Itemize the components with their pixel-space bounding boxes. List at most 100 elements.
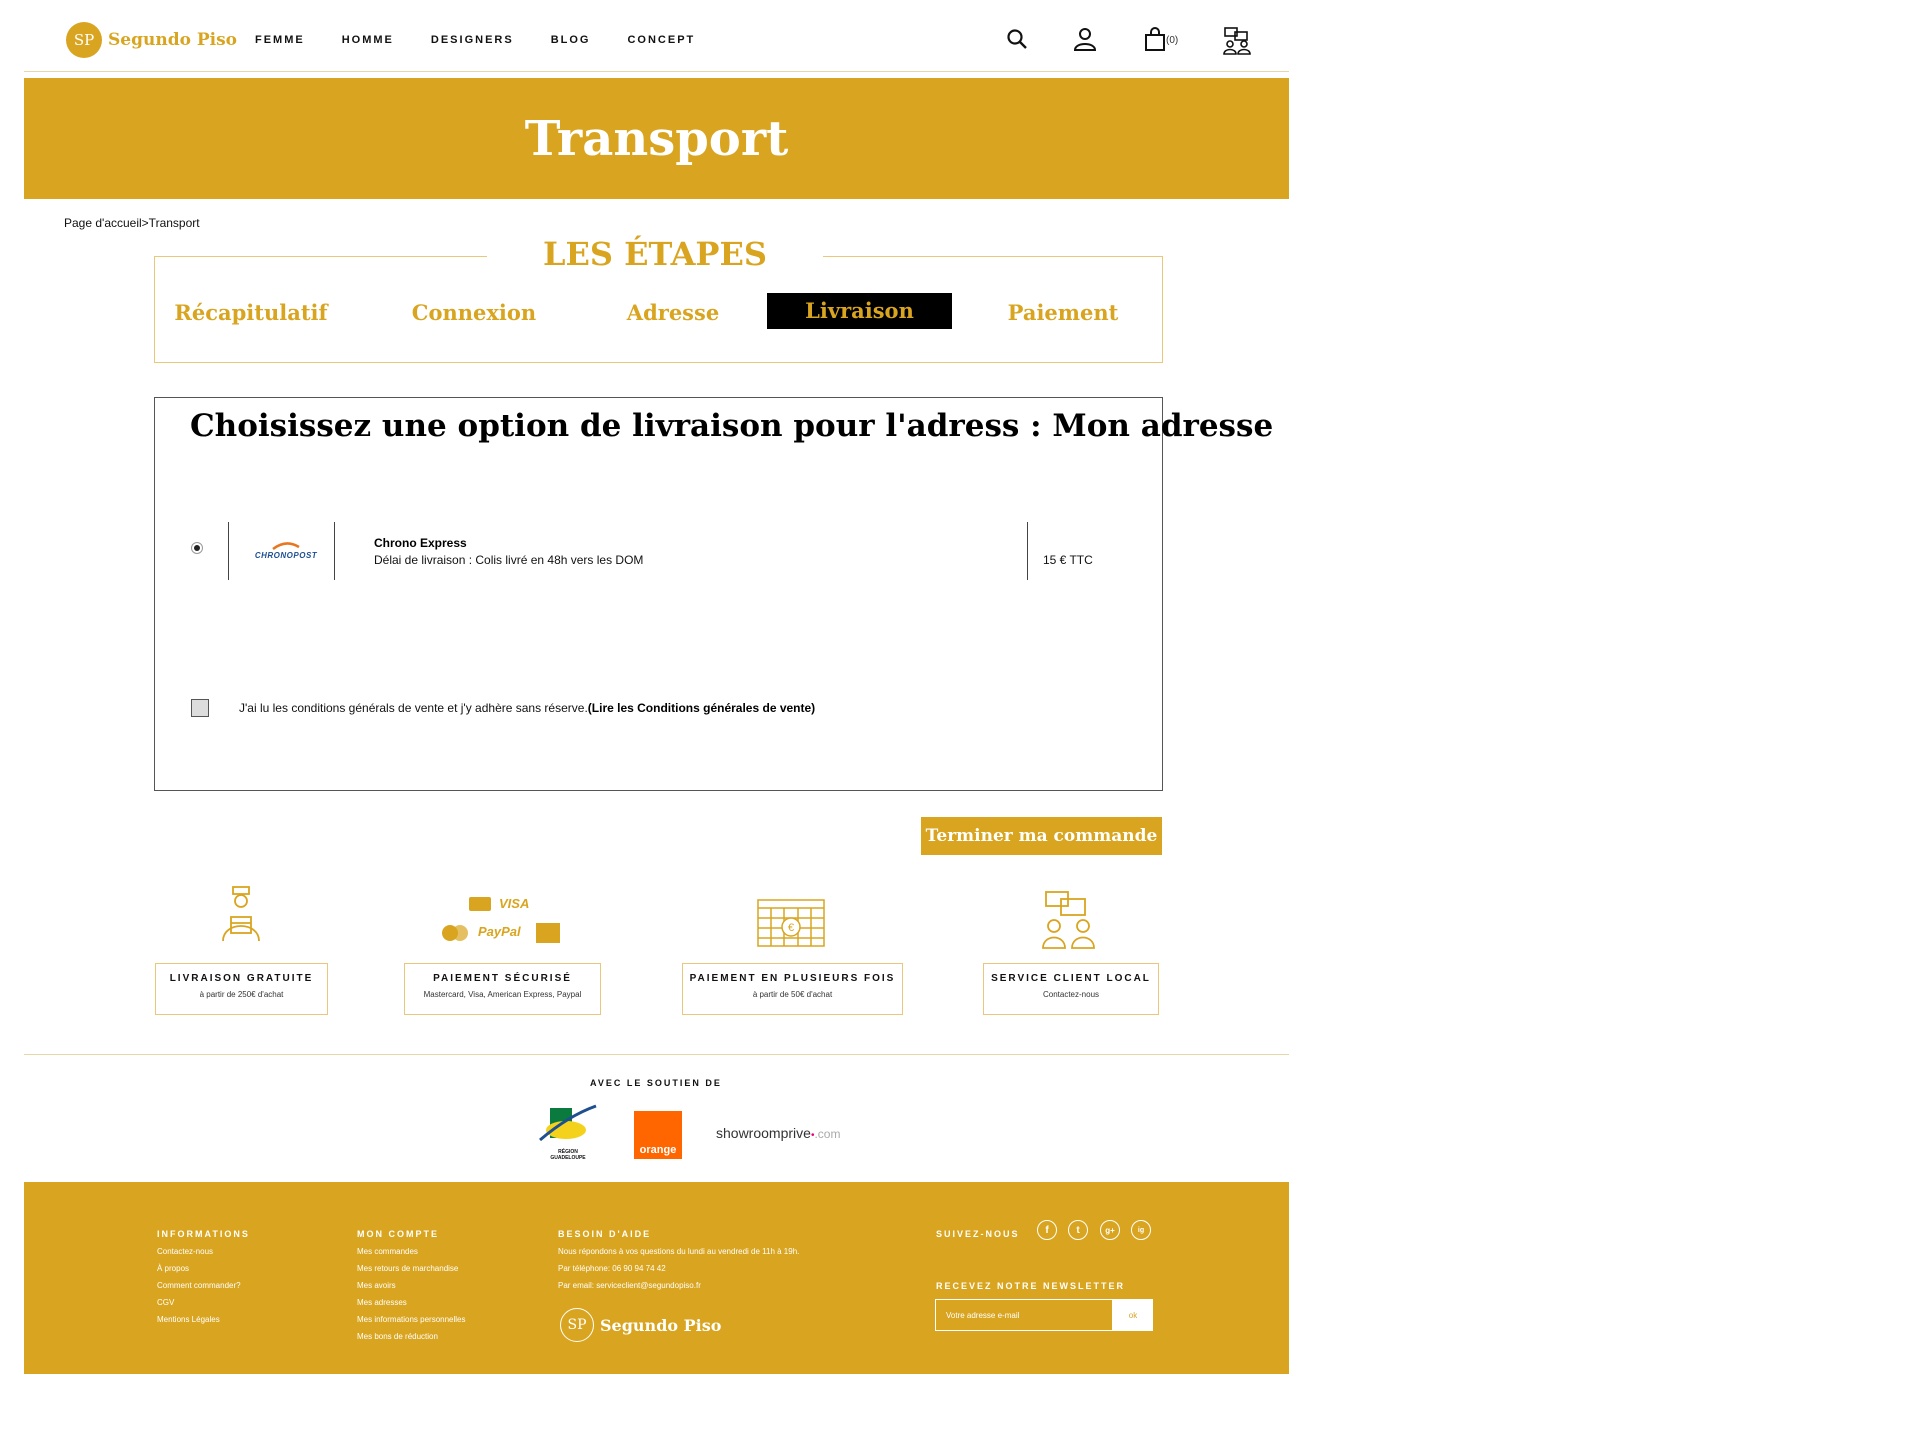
- newsletter-title: RECEVEZ NOTRE NEWSLETTER: [936, 1281, 1126, 1291]
- footer-link[interactable]: Comment commander?: [157, 1281, 250, 1290]
- feature-title: PAIEMENT SÉCURISÉ: [433, 973, 572, 984]
- showroomprive-suffix: .com: [814, 1127, 841, 1141]
- cgv-text: J'ai lu les conditions générals de vente…: [239, 701, 588, 715]
- cgv-label: J'ai lu les conditions générals de vente…: [239, 701, 815, 715]
- feature-sub: Contactez-nous: [1042, 990, 1100, 999]
- feature-paiement-securise: PAIEMENT SÉCURISÉ Mastercard, Visa, Amer…: [404, 963, 601, 1015]
- payment-logos: VISA PayPal: [440, 893, 564, 949]
- feature-service-client[interactable]: SERVICE CLIENT LOCAL Contactez-nous: [983, 963, 1159, 1015]
- footer-col-title: INFORMATIONS: [157, 1229, 250, 1239]
- google-plus-icon[interactable]: g+: [1100, 1220, 1120, 1240]
- showroomprive-logo: showroomprive•.com: [716, 1125, 841, 1141]
- carrier-price: 15 € TTC: [1043, 553, 1093, 567]
- carrier-name: Chrono Express: [374, 536, 467, 550]
- header-divider: [24, 71, 1289, 72]
- step-paiement[interactable]: Paiement: [998, 295, 1128, 331]
- mastercard-icon: [442, 925, 468, 941]
- step-recapitulatif[interactable]: Récapitulatif: [172, 295, 330, 331]
- page-banner: Transport: [24, 78, 1289, 199]
- footer-hours: Nous répondons à vos questions du lundi …: [558, 1247, 800, 1256]
- cart-count: (0): [1166, 35, 1179, 46]
- search-icon[interactable]: [1004, 26, 1030, 52]
- footer-link[interactable]: À propos: [157, 1264, 250, 1273]
- instagram-icon[interactable]: ig: [1131, 1220, 1151, 1240]
- footer-phone[interactable]: Par téléphone: 06 90 94 74 42: [558, 1264, 799, 1273]
- cgv-checkbox[interactable]: [191, 699, 209, 717]
- page-title: Transport: [524, 110, 789, 167]
- chronopost-logo: CHRONOPOST: [245, 536, 327, 564]
- account-icon[interactable]: [1072, 26, 1098, 52]
- delivery-man-icon: [219, 885, 263, 948]
- calendar-euro-icon: €: [756, 894, 826, 953]
- footer-link[interactable]: Mes informations personnelles: [357, 1315, 466, 1324]
- breadcrumb[interactable]: Page d'accueil>Transport: [64, 216, 200, 230]
- cgv-link[interactable]: (Lire les Conditions générales de vente): [588, 701, 815, 715]
- cart-icon[interactable]: [1142, 26, 1168, 52]
- footer-logo-badge: SP: [560, 1308, 594, 1342]
- twitter-icon[interactable]: t: [1068, 1220, 1088, 1240]
- service-client-icon: [1041, 890, 1099, 955]
- region-guadeloupe-text: RÉGION GUADELOUPE: [550, 1149, 586, 1161]
- feature-sub: à partir de 250€ d'achat: [199, 990, 284, 999]
- footer-link[interactable]: Mes avoirs: [357, 1281, 466, 1290]
- feature-title: SERVICE CLIENT LOCAL: [991, 973, 1151, 984]
- feature-livraison: LIVRAISON GRATUITE à partir de 250€ d'ac…: [155, 963, 328, 1015]
- feature-title: LIVRAISON GRATUITE: [169, 973, 314, 984]
- nav-designers[interactable]: DESIGNERS: [431, 34, 514, 46]
- divider: [228, 522, 229, 580]
- delivery-title: Choisissez une option de livraison pour …: [190, 408, 1274, 444]
- footer-col-title: MON COMPTE: [357, 1229, 439, 1239]
- feature-title: PAIEMENT EN PLUSIEURS FOIS: [689, 973, 896, 984]
- footer-col-informations: INFORMATIONS Contactez-nous À propos Com…: [157, 1229, 250, 1324]
- feature-sub: Mastercard, Visa, American Express, Payp…: [423, 990, 582, 999]
- footer-logo-text: Segundo Piso: [600, 1315, 722, 1335]
- footer-link[interactable]: CGV: [157, 1298, 250, 1307]
- step-connexion[interactable]: Connexion: [400, 295, 548, 331]
- finish-order-button[interactable]: Terminer ma commande: [921, 817, 1162, 855]
- follow-us-title: SUIVEZ-NOUS: [936, 1229, 1020, 1239]
- delivery-options-box: [154, 397, 1163, 791]
- card-icon: [469, 897, 491, 911]
- carrier-description: Délai de livraison : Colis livré en 48h …: [374, 553, 644, 567]
- footer-col-title: BESOIN D'AIDE: [558, 1229, 652, 1239]
- support-title: AVEC LE SOUTIEN DE: [590, 1078, 722, 1088]
- amex-icon: [536, 923, 560, 943]
- divider: [334, 522, 335, 580]
- footer-link[interactable]: Contactez-nous: [157, 1247, 250, 1256]
- region-guadeloupe-logo: RÉGION GUADELOUPE: [538, 1104, 598, 1161]
- paypal-icon: PayPal: [478, 924, 521, 939]
- nav-homme[interactable]: HOMME: [342, 34, 394, 46]
- steps-title: LES ÉTAPES: [487, 235, 823, 273]
- customer-service-icon[interactable]: [1222, 26, 1252, 56]
- footer-link[interactable]: Mes commandes: [357, 1247, 466, 1256]
- showroomprive-text: showroomprive: [716, 1125, 811, 1141]
- chronopost-logo-text: CHRONOPOST: [254, 550, 318, 560]
- feature-sub: à partir de 50€ d'achat: [752, 990, 833, 999]
- footer-link[interactable]: Mes bons de réduction: [357, 1332, 466, 1341]
- svg-text:€: €: [788, 922, 794, 934]
- nav-femme[interactable]: FEMME: [255, 34, 305, 46]
- carrier-radio[interactable]: [191, 542, 203, 554]
- step-livraison-active[interactable]: Livraison: [767, 293, 952, 329]
- footer-email[interactable]: Par email: serviceclient@segundopiso.fr: [558, 1281, 799, 1290]
- nav-concept[interactable]: CONCEPT: [627, 34, 695, 46]
- logo-text: Segundo Piso: [108, 30, 237, 50]
- footer-col-compte: MON COMPTE Mes commandes Mes retours de …: [357, 1229, 466, 1341]
- newsletter-email-input[interactable]: [935, 1299, 1113, 1331]
- footer-col-aide: BESOIN D'AIDE Nous répondons à vos quest…: [558, 1229, 799, 1290]
- footer-link[interactable]: Mes retours de marchandise: [357, 1264, 466, 1273]
- main-nav: FEMME HOMME DESIGNERS BLOG CONCEPT: [255, 34, 732, 46]
- step-adresse[interactable]: Adresse: [610, 295, 736, 331]
- newsletter-submit-button[interactable]: ok: [1113, 1299, 1153, 1331]
- orange-logo: orange: [634, 1111, 682, 1159]
- footer-link[interactable]: Mes adresses: [357, 1298, 466, 1307]
- footer-link[interactable]: Mentions Légales: [157, 1315, 250, 1324]
- divider: [1027, 522, 1028, 580]
- feature-paiement-plusieurs-fois: PAIEMENT EN PLUSIEURS FOIS à partir de 5…: [682, 963, 903, 1015]
- footer-logo[interactable]: SP Segundo Piso: [560, 1308, 721, 1342]
- nav-blog[interactable]: BLOG: [551, 34, 591, 46]
- footer-divider: [24, 1054, 1289, 1055]
- facebook-icon[interactable]: f: [1037, 1220, 1057, 1240]
- site-logo[interactable]: SP Segundo Piso: [66, 22, 237, 58]
- visa-icon: VISA: [499, 896, 530, 911]
